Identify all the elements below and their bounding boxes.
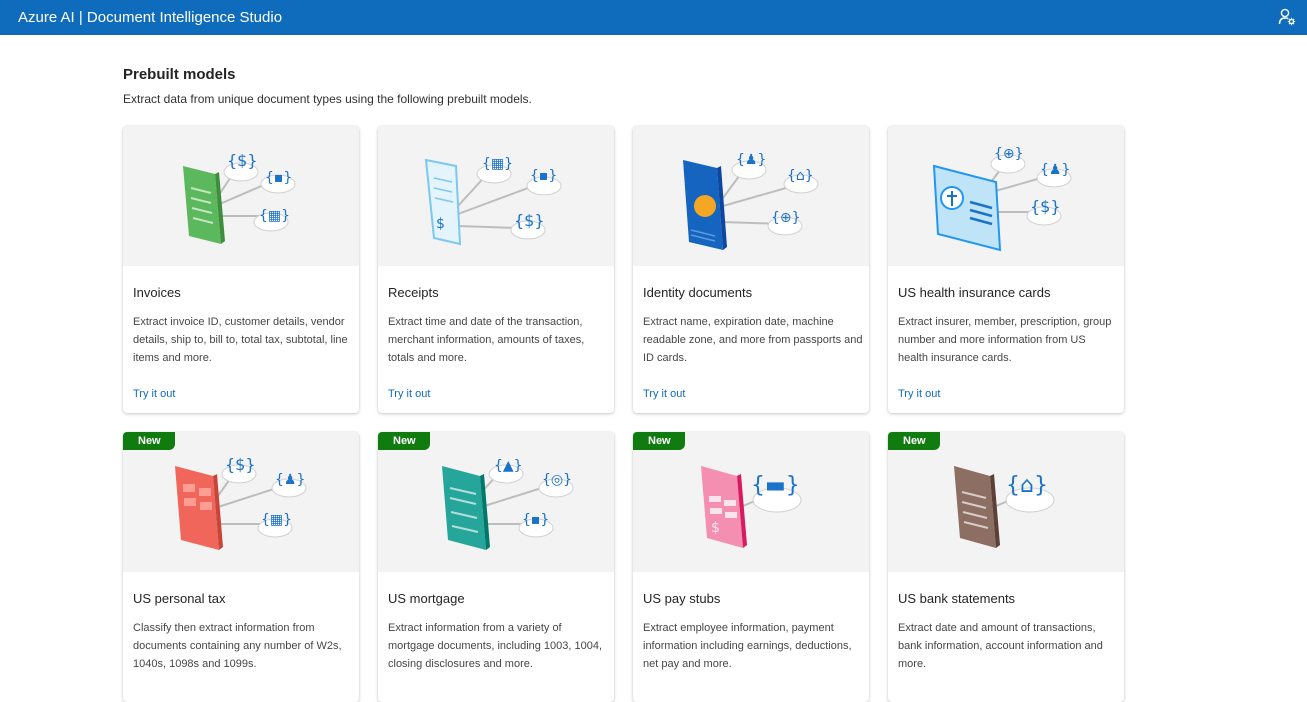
card-description: Extract information from a variety of mo… [388, 622, 603, 670]
svg-text:{⌂}: {⌂} [1006, 473, 1048, 498]
try-it-out-link[interactable]: Try it out [133, 388, 175, 400]
svg-text:{$}: {$} [225, 455, 256, 474]
bank-statement-illustration-icon: {⌂} [888, 432, 1124, 572]
card-description: Extract name, expiration date, machine r… [643, 316, 863, 364]
card-receipts[interactable]: {▦} {▪} {$} $ Receipts Extract time and … [378, 126, 614, 413]
new-badge: New [378, 432, 430, 450]
svg-text:{▬}: {▬} [751, 473, 800, 498]
svg-text:{♟}: {♟} [275, 472, 305, 488]
svg-text:$: $ [711, 520, 720, 536]
person-settings-icon[interactable] [1277, 7, 1297, 27]
card-title: US bank statements [898, 591, 1016, 606]
card-description: Classify then extract information from d… [133, 622, 342, 670]
card-title: US pay stubs [643, 591, 721, 606]
card-description: Extract time and date of the transaction… [388, 316, 585, 364]
new-badge: New [633, 432, 685, 450]
svg-text:{◎}: {◎} [542, 472, 572, 488]
svg-text:{▦}: {▦} [261, 512, 292, 528]
svg-text:{♟}: {♟} [1040, 162, 1070, 178]
svg-text:{▪}: {▪} [522, 512, 549, 528]
section-title: Prebuilt models [123, 66, 236, 83]
svg-text:{⌂}: {⌂} [787, 168, 814, 184]
receipt-illustration-icon: {▦} {▪} {$} $ [378, 126, 614, 266]
card-us-health-insurance-cards[interactable]: {⊕} {♟} {$} US health insurance cards Ex… [888, 126, 1124, 413]
card-description: Extract invoice ID, customer details, ve… [133, 316, 348, 364]
card-us-bank-statements[interactable]: {⌂} New US bank statements Extract date … [888, 432, 1124, 702]
svg-text:{$}: {$} [1030, 197, 1061, 216]
svg-text:{▪}: {▪} [265, 170, 292, 186]
try-it-out-link[interactable]: Try it out [388, 388, 430, 400]
health-card-illustration-icon: {⊕} {♟} {$} [888, 126, 1124, 266]
app-title: Azure AI | Document Intelligence Studio [18, 9, 283, 26]
card-description: Extract insurer, member, prescription, g… [898, 316, 1112, 364]
card-us-personal-tax[interactable]: {$} {♟} {▦} New US personal tax Classify… [123, 432, 359, 702]
svg-text:{⊕}: {⊕} [994, 146, 1024, 162]
svg-text:{▲}: {▲} [494, 458, 523, 474]
card-invoices[interactable]: {$} {▪} {▦} Invoices Extract invoice ID,… [123, 126, 359, 413]
svg-text:{▦}: {▦} [482, 156, 513, 172]
passport-illustration-icon: {♟} {⌂} {⊕} [633, 126, 869, 266]
try-it-out-link[interactable]: Try it out [898, 388, 940, 400]
card-title: Receipts [388, 285, 439, 300]
new-badge: New [888, 432, 940, 450]
paystub-illustration-icon: {▬} $ [633, 432, 869, 572]
card-description: Extract employee information, payment in… [643, 622, 852, 670]
top-bar: Azure AI | Document Intelligence Studio [0, 0, 1307, 35]
card-us-pay-stubs[interactable]: {▬} $ New US pay stubs Extract employee … [633, 432, 869, 702]
svg-text:{$}: {$} [227, 151, 258, 170]
card-description: Extract date and amount of transactions,… [898, 622, 1103, 670]
card-title: US mortgage [388, 591, 465, 606]
card-title: US personal tax [133, 591, 226, 606]
card-title: Invoices [133, 285, 181, 300]
card-title: US health insurance cards [898, 285, 1051, 300]
svg-text:{⊕}: {⊕} [771, 210, 801, 226]
svg-text:$: $ [436, 216, 445, 232]
mortgage-illustration-icon: {▲} {◎} {▪} [378, 432, 614, 572]
card-title: Identity documents [643, 285, 753, 300]
invoice-illustration-icon: {$} {▪} {▦} [123, 126, 359, 266]
svg-text:{▪}: {▪} [530, 168, 557, 184]
card-identity-documents[interactable]: {♟} {⌂} {⊕} Identity documents Extract n… [633, 126, 869, 413]
card-us-mortgage[interactable]: {▲} {◎} {▪} New US mortgage Extract info… [378, 432, 614, 702]
svg-text:{▦}: {▦} [259, 208, 290, 224]
svg-text:{♟}: {♟} [736, 152, 766, 168]
svg-text:{$}: {$} [514, 211, 545, 230]
try-it-out-link[interactable]: Try it out [643, 388, 685, 400]
new-badge: New [123, 432, 175, 450]
tax-form-illustration-icon: {$} {♟} {▦} [123, 432, 359, 572]
section-subtitle: Extract data from unique document types … [123, 92, 532, 106]
